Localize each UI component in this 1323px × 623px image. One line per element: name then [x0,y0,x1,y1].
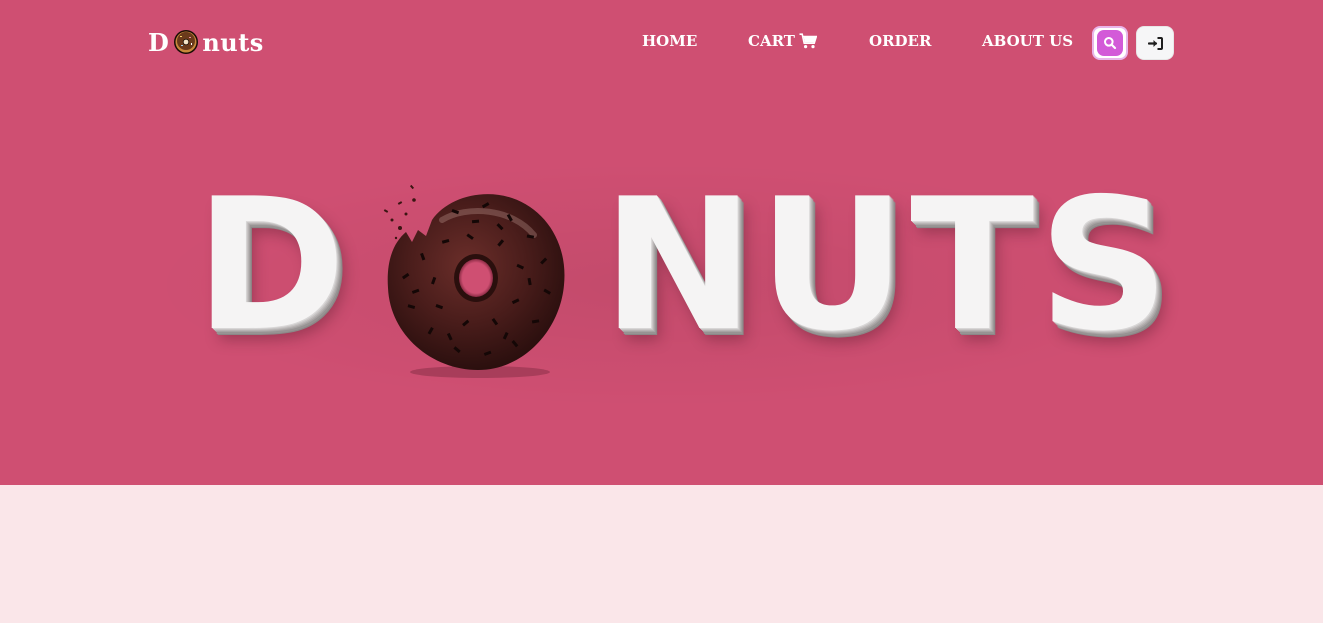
search-button-face [1097,30,1123,56]
brand-logo[interactable]: D nuts [148,26,264,58]
search-icon [1104,37,1117,50]
content-section [0,485,1323,623]
hero-title-d: D [195,159,347,371]
page: D nuts HOME CART ORDER ABOUT US D NUTS [0,0,1323,623]
nav-cart-label: CART [748,32,795,50]
nav-cart-link[interactable]: CART [748,32,817,50]
nav-home-label: HOME [642,32,698,50]
nav-home-link[interactable]: HOME [642,32,697,50]
login-button[interactable] [1136,26,1174,60]
hero-section: D nuts HOME CART ORDER ABOUT US D NUTS [0,0,1323,485]
nav-about-link[interactable]: ABOUT US [982,32,1073,50]
logo-letter-d: D [148,27,170,57]
nav-order-link[interactable]: ORDER [869,32,931,50]
cart-icon [799,33,817,49]
hero-title-nuts: NUTS [602,159,1174,371]
logo-letters: nuts [202,27,264,57]
nav-about-label: ABOUT US [982,32,1074,50]
sign-in-icon [1147,36,1163,50]
nav-order-label: ORDER [869,32,932,50]
donut-icon [174,30,199,54]
chocolate-donut-image [383,184,565,378]
search-button[interactable] [1092,26,1128,60]
